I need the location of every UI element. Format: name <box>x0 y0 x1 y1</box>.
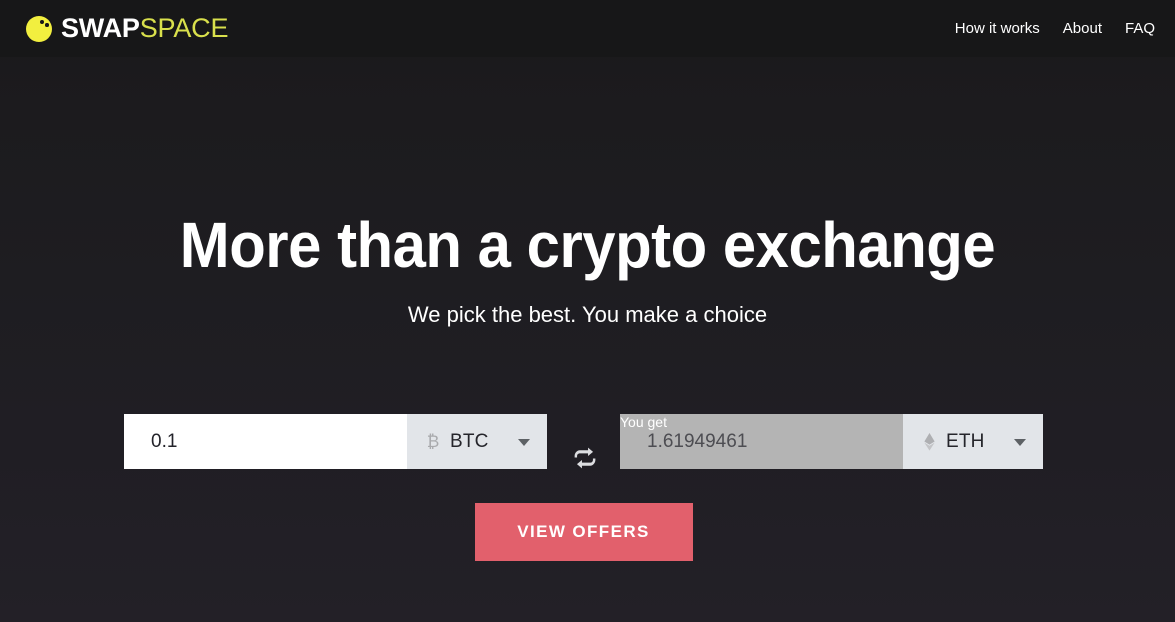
site-header: SWAPSPACE How it works About FAQ <box>0 0 1175 57</box>
bitcoin-icon: ₿ <box>426 432 440 451</box>
you-send-label: You send <box>124 414 182 430</box>
swap-direction-button[interactable] <box>567 441 603 477</box>
logo[interactable]: SWAPSPACE <box>26 15 228 42</box>
chevron-down-icon <box>1014 438 1026 446</box>
exchange-fields-row: You send ₿ BTC You get <box>124 389 1043 469</box>
you-get-label: You get <box>620 414 667 430</box>
exchange-widget: You send ₿ BTC You get <box>124 389 1043 561</box>
nav-link-how-it-works[interactable]: How it works <box>955 21 1040 36</box>
page-subtitle: We pick the best. You make a choice <box>407 302 768 327</box>
nav-link-about[interactable]: About <box>1063 21 1102 36</box>
page-title: More than a crypto exchange <box>179 209 996 281</box>
ethereum-icon <box>921 432 937 451</box>
bowling-ball-icon <box>26 15 52 42</box>
logo-text-swap: SWAP <box>61 13 140 43</box>
get-currency-code: ETH <box>946 431 985 452</box>
logo-text: SWAPSPACE <box>61 15 228 42</box>
chevron-down-icon <box>518 438 530 446</box>
cta-container: VIEW OFFERS <box>124 503 1043 561</box>
logo-text-space: SPACE <box>139 13 229 43</box>
main-navigation: How it works About FAQ <box>955 0 1155 57</box>
you-get-group: You get ETH <box>620 414 1043 469</box>
hero-section: More than a crypto exchange We pick the … <box>0 57 1175 329</box>
send-currency-code: BTC <box>450 431 489 452</box>
send-currency-select[interactable]: ₿ BTC <box>407 414 547 469</box>
nav-link-faq[interactable]: FAQ <box>1125 21 1155 36</box>
view-offers-button[interactable]: VIEW OFFERS <box>474 503 693 561</box>
swap-arrows-icon <box>571 444 599 475</box>
you-send-group: You send ₿ BTC <box>124 414 547 469</box>
get-currency-select[interactable]: ETH <box>903 414 1043 469</box>
